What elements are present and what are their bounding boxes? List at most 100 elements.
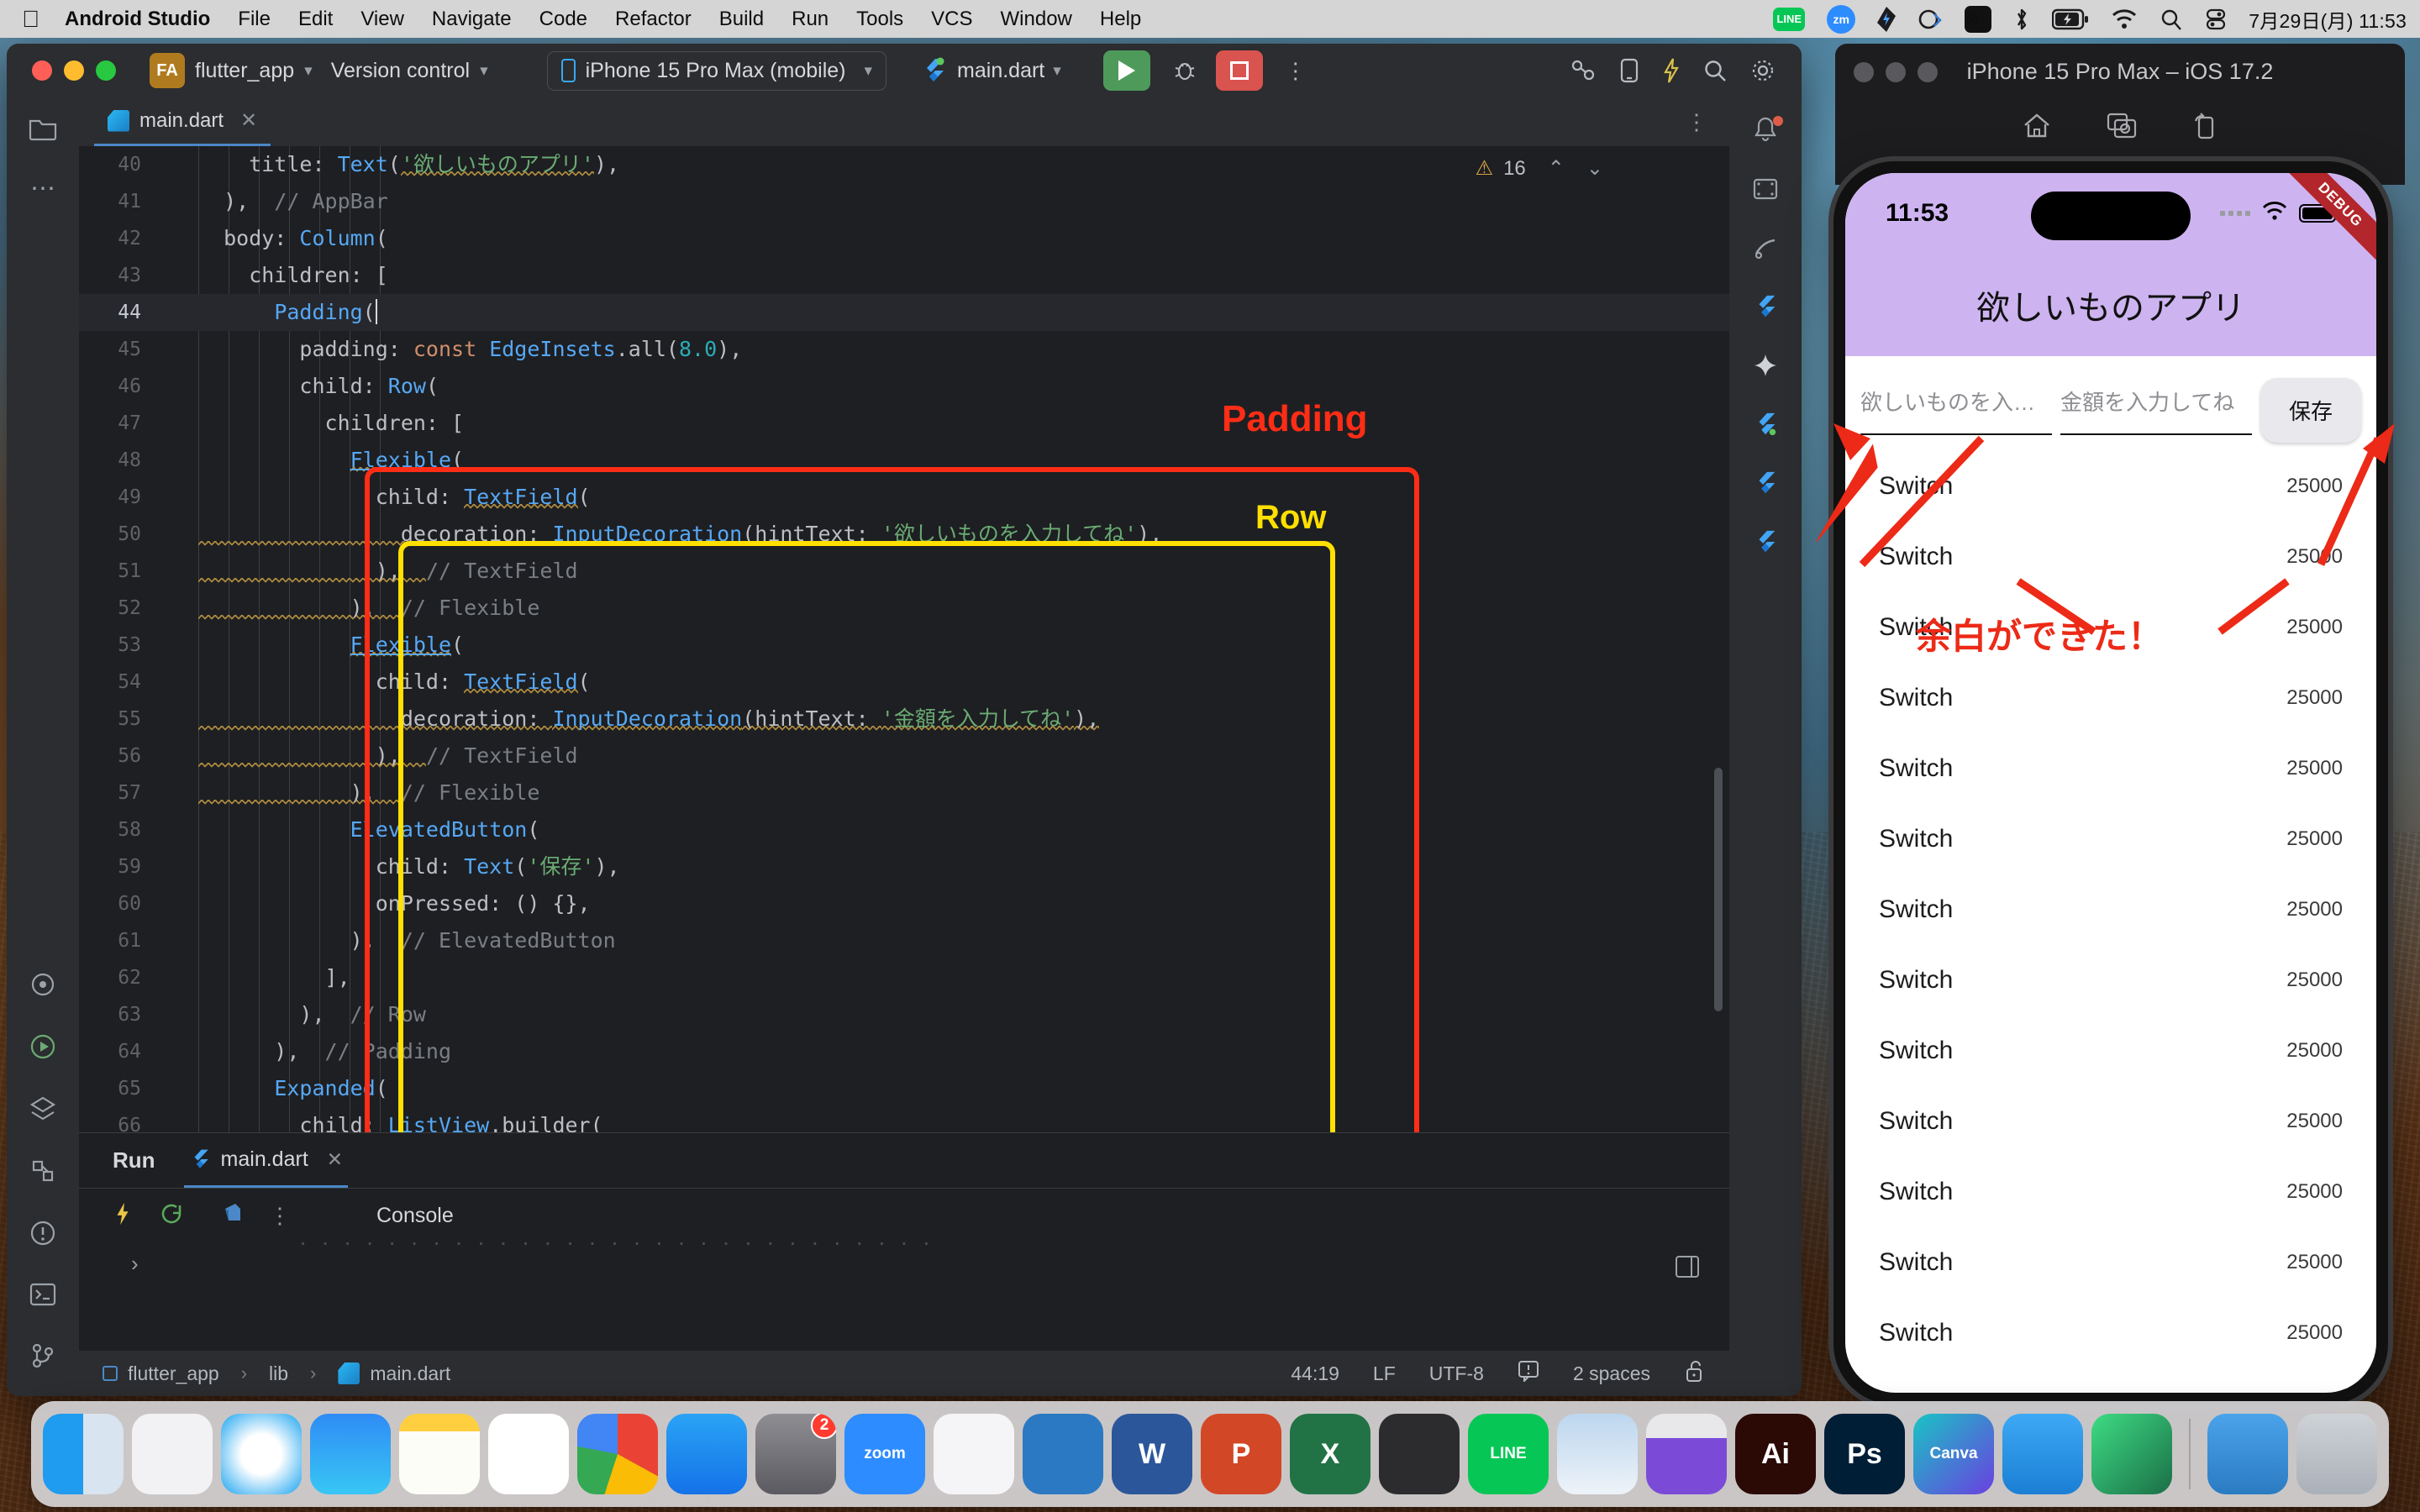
- code-line[interactable]: 41 ), // AppBar: [79, 183, 1729, 220]
- code-line[interactable]: 54 child: TextField(: [79, 664, 1729, 701]
- code-line[interactable]: 57 ), // Flexible: [79, 774, 1729, 811]
- maximize-window-button[interactable]: [96, 60, 116, 81]
- project-chevron-down-icon[interactable]: ▾: [304, 61, 313, 81]
- code-line[interactable]: 61 ), // ElevatedButton: [79, 922, 1729, 959]
- menu-item-tools[interactable]: Tools: [856, 8, 903, 31]
- list-item[interactable]: Switch 25000: [1845, 1227, 2376, 1298]
- dock-item-illustrator[interactable]: Ai: [1735, 1414, 1816, 1494]
- code-line[interactable]: 50 decoration: InputDecoration(hintText:…: [79, 516, 1729, 553]
- hot-restart-icon[interactable]: [158, 1202, 185, 1230]
- close-tab-icon[interactable]: ✕: [240, 108, 257, 133]
- plugins-icon[interactable]: [1570, 58, 1597, 83]
- breadcrumb-project[interactable]: flutter_app: [128, 1362, 219, 1385]
- dock-item-line[interactable]: LINE: [1468, 1414, 1549, 1494]
- menu-item-file[interactable]: File: [238, 8, 271, 31]
- stop-button[interactable]: [1215, 50, 1263, 91]
- version-control-button[interactable]: Version control: [331, 59, 470, 83]
- home-icon[interactable]: [2023, 113, 2051, 146]
- console-output[interactable]: › . . . . . . . . . . . . . . . . . . . …: [79, 1242, 1729, 1351]
- close-window-button[interactable]: [32, 60, 52, 81]
- zoom-status-icon[interactable]: zm: [1827, 4, 1856, 34]
- list-item[interactable]: Switch 25000: [1845, 733, 2376, 804]
- code-line[interactable]: 46 child: Row(: [79, 368, 1729, 405]
- dock-item-downloads[interactable]: [2207, 1414, 2288, 1494]
- run-more-icon[interactable]: ⋮: [269, 1203, 291, 1229]
- vcs-chevron-down-icon[interactable]: ▾: [480, 61, 488, 81]
- editor-scrollbar[interactable]: [1714, 768, 1723, 1011]
- dock-item-word[interactable]: W: [1112, 1414, 1192, 1494]
- breadcrumb-folder[interactable]: lib: [269, 1362, 288, 1385]
- editor-tab-main-dart[interactable]: main.dart ✕: [94, 97, 271, 146]
- search-icon[interactable]: [2160, 5, 2183, 34]
- gradle-icon[interactable]: [1753, 235, 1778, 265]
- dock-item-photoshop[interactable]: Ps: [1824, 1414, 1905, 1494]
- code-line[interactable]: 45 padding: const EdgeInsets.all(8.0),: [79, 331, 1729, 368]
- run-config-selector[interactable]: main.dart ▾: [920, 57, 1080, 84]
- indent-setting[interactable]: 2 spaces: [1573, 1362, 1650, 1385]
- menu-item-window[interactable]: Window: [1001, 8, 1072, 31]
- dock-item-canva[interactable]: Canva: [1913, 1414, 1994, 1494]
- screenshot-icon[interactable]: [2107, 113, 2137, 146]
- git-tool-icon[interactable]: [29, 1342, 56, 1374]
- dock-item-app-store[interactable]: [666, 1414, 747, 1494]
- flutter-outline-right-icon[interactable]: [1753, 412, 1778, 442]
- dock-item-preview[interactable]: [1557, 1414, 1638, 1494]
- editor-tabs-more-icon[interactable]: ⋮: [1686, 109, 1707, 135]
- project-name-label[interactable]: flutter_app: [195, 59, 294, 83]
- list-item[interactable]: Switch 25000: [1845, 1298, 2376, 1368]
- code-line[interactable]: 47 children: [: [79, 405, 1729, 442]
- code-line[interactable]: 64 ), // Padding: [79, 1033, 1729, 1070]
- dock-item-system-settings[interactable]: 2: [755, 1414, 836, 1494]
- next-warning-icon[interactable]: ⌄: [1586, 156, 1603, 181]
- code-line[interactable]: 62 ],: [79, 959, 1729, 996]
- inspection-status-icon[interactable]: [1518, 1360, 1539, 1387]
- code-line[interactable]: 58 ElevatedButton(: [79, 811, 1729, 848]
- apple-menu-icon[interactable]: : [22, 7, 39, 31]
- menu-item-build[interactable]: Build: [719, 8, 764, 31]
- wish-amount-field[interactable]: 金額を入力してね: [2060, 386, 2252, 435]
- code-line[interactable]: 49 child: TextField(: [79, 479, 1729, 516]
- code-line[interactable]: 51 ), // TextField: [79, 553, 1729, 590]
- list-item[interactable]: Switch 25000: [1845, 1086, 2376, 1157]
- gemini-icon[interactable]: [1753, 353, 1778, 383]
- console-prompt-icon[interactable]: ›: [131, 1251, 139, 1277]
- close-run-tab-icon[interactable]: ✕: [327, 1148, 343, 1171]
- console-label[interactable]: Console: [376, 1204, 454, 1228]
- line-separator[interactable]: LF: [1373, 1362, 1396, 1385]
- running-devices-icon[interactable]: [1753, 176, 1778, 207]
- flutter-inspector-right-icon[interactable]: [1753, 470, 1778, 501]
- list-item[interactable]: Switch 25000: [1845, 1157, 2376, 1227]
- iphone-screen[interactable]: 11:53 DEBUG 欲しいものアプリ 欲しいものを入力 金額を入力してね 保…: [1845, 173, 2376, 1393]
- menu-item-edit[interactable]: Edit: [298, 8, 333, 31]
- menu-item-android-studio[interactable]: Android Studio: [65, 8, 210, 31]
- breadcrumb-file[interactable]: main.dart: [370, 1362, 450, 1385]
- code-line[interactable]: 48 Flexible(: [79, 442, 1729, 479]
- wish-name-field[interactable]: 欲しいものを入力し…: [1860, 386, 2052, 435]
- run-tab-main-dart[interactable]: main.dart ✕: [183, 1133, 349, 1188]
- run-button[interactable]: [1102, 50, 1150, 91]
- caret-position[interactable]: 44:19: [1291, 1362, 1339, 1385]
- lock-open-icon[interactable]: [1684, 1359, 1706, 1388]
- dock-item-trash[interactable]: [2296, 1414, 2377, 1494]
- list-item[interactable]: Switch 25000: [1845, 945, 2376, 1016]
- debug-button[interactable]: [1172, 58, 1197, 83]
- bolt-status-icon[interactable]: [1877, 5, 1897, 34]
- device-manager-icon[interactable]: [1618, 58, 1640, 83]
- dock-item-slack[interactable]: [934, 1414, 1014, 1494]
- menu-item-refactor[interactable]: Refactor: [615, 8, 692, 31]
- split-console-icon[interactable]: [1676, 1256, 1699, 1284]
- code-editor[interactable]: 40 title: Text('欲しいものアプリ'), 41 ), // AppB…: [79, 146, 1729, 1132]
- hot-reload-run-icon[interactable]: [113, 1201, 133, 1231]
- dock-item-chrome[interactable]: [577, 1414, 658, 1494]
- code-line[interactable]: 59 child: Text('保存'),: [79, 848, 1729, 885]
- menu-item-navigate[interactable]: Navigate: [432, 8, 512, 31]
- list-item[interactable]: Switch 25000: [1845, 663, 2376, 733]
- code-lines[interactable]: 40 title: Text('欲しいものアプリ'), 41 ), // AppB…: [79, 146, 1729, 1132]
- dock-item-vs-code[interactable]: [1023, 1414, 1103, 1494]
- device-selector[interactable]: iPhone 15 Pro Max (mobile) ▾: [546, 50, 887, 91]
- ime-status-icon[interactable]: あ: [1965, 5, 1992, 34]
- flutter-outline-icon[interactable]: [29, 1095, 56, 1127]
- menu-item-help[interactable]: Help: [1100, 8, 1141, 31]
- code-line[interactable]: 42 body: Column(: [79, 220, 1729, 257]
- dock-item-zoom[interactable]: zoom: [844, 1414, 925, 1494]
